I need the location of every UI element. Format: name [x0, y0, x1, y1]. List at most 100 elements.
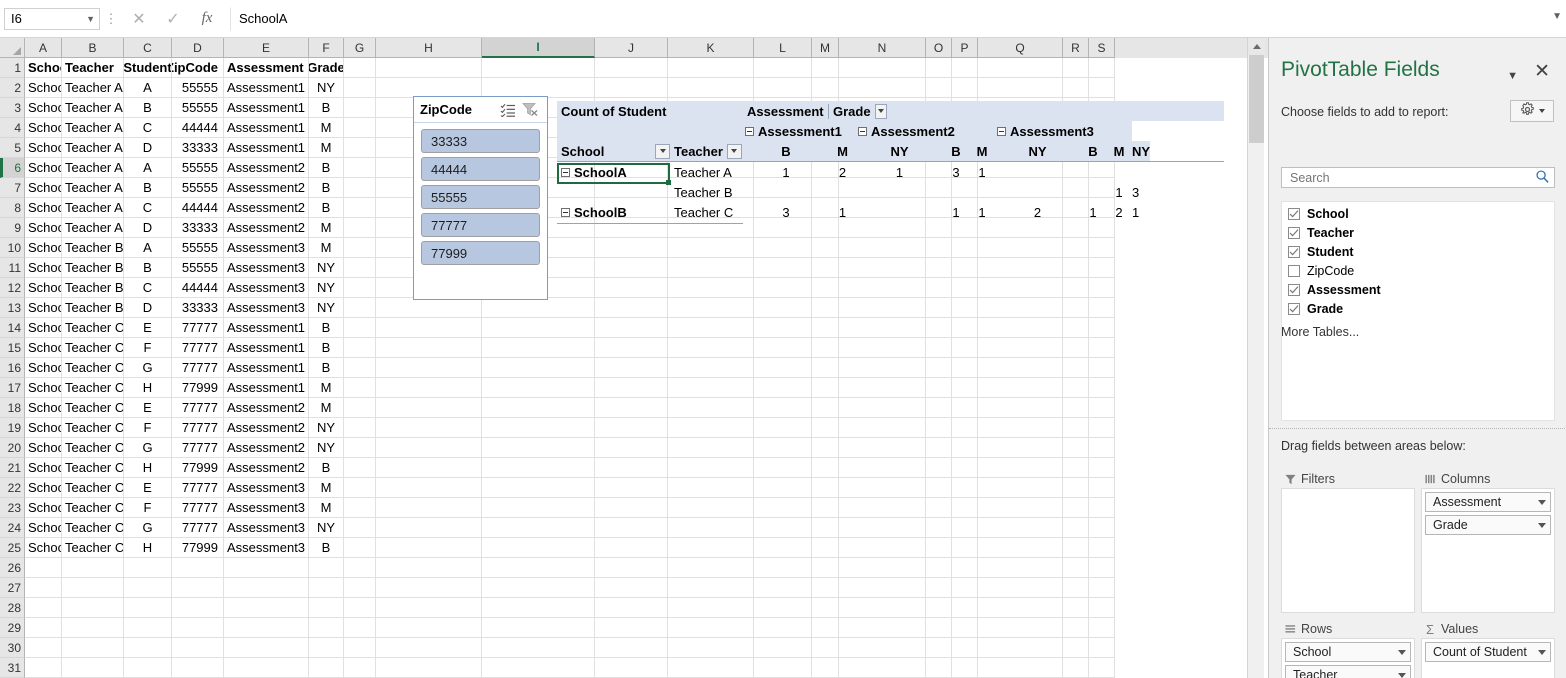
column-header-q[interactable]: Q: [978, 38, 1063, 58]
grid-cell-L20[interactable]: [754, 438, 812, 458]
grid-cell-M26[interactable]: [812, 558, 839, 578]
grid-cell-S10[interactable]: [1089, 238, 1115, 258]
pivot-row-field-school[interactable]: School: [557, 141, 670, 161]
grid-cell-S16[interactable]: [1089, 358, 1115, 378]
grid-cell-M25[interactable]: [812, 538, 839, 558]
grid-cell-B25[interactable]: Teacher C: [62, 538, 124, 558]
grid-cell-D28[interactable]: [172, 598, 224, 618]
checkbox-checked-icon[interactable]: [1288, 207, 1300, 220]
grid-cell-F9[interactable]: M: [309, 218, 344, 238]
pivot-value-cell[interactable]: [856, 182, 943, 202]
grid-cell-I30[interactable]: [482, 638, 595, 658]
grid-cell-H14[interactable]: [376, 318, 482, 338]
grid-cell-S18[interactable]: [1089, 398, 1115, 418]
grid-cell-M12[interactable]: [812, 278, 839, 298]
grid-cell-C22[interactable]: E: [124, 478, 172, 498]
grid-cell-F3[interactable]: B: [309, 98, 344, 118]
grid-cell-S11[interactable]: [1089, 258, 1115, 278]
more-tables-link[interactable]: More Tables...: [1281, 325, 1359, 339]
grid-cell-R28[interactable]: [1063, 598, 1089, 618]
grid-cell-K16[interactable]: [668, 358, 754, 378]
pivot-value-cell[interactable]: [1080, 182, 1106, 202]
grid-cell-S31[interactable]: [1089, 658, 1115, 678]
grid-cell-I25[interactable]: [482, 538, 595, 558]
grid-cell-A2[interactable]: SchoolA: [25, 78, 62, 98]
grid-cell-E5[interactable]: Assessment1: [224, 138, 309, 158]
grid-cell-J1[interactable]: [595, 58, 668, 78]
grid-cell-J21[interactable]: [595, 458, 668, 478]
grid-cell-O10[interactable]: [926, 238, 952, 258]
grid-cell-G6[interactable]: [344, 158, 376, 178]
grid-cell-G7[interactable]: [344, 178, 376, 198]
grid-cell-C29[interactable]: [124, 618, 172, 638]
grid-cell-J30[interactable]: [595, 638, 668, 658]
grid-cell-I29[interactable]: [482, 618, 595, 638]
grid-cell-O25[interactable]: [926, 538, 952, 558]
row-header-4[interactable]: 4: [0, 118, 25, 138]
area-rows-box[interactable]: School Teacher: [1281, 638, 1415, 678]
pivot-grade-header[interactable]: NY: [995, 141, 1080, 161]
grid-cell-M10[interactable]: [812, 238, 839, 258]
grid-cell-O31[interactable]: [926, 658, 952, 678]
grid-cell-E10[interactable]: Assessment3: [224, 238, 309, 258]
pivot-value-cell[interactable]: 1: [829, 202, 856, 222]
chevron-down-icon[interactable]: ▼: [86, 14, 95, 24]
row-header-5[interactable]: 5: [0, 138, 25, 158]
grid-cell-A22[interactable]: SchoolB: [25, 478, 62, 498]
grid-cell-P2[interactable]: [952, 78, 978, 98]
grid-cell-P1[interactable]: [952, 58, 978, 78]
grid-cell-N13[interactable]: [839, 298, 926, 318]
grid-cell-L15[interactable]: [754, 338, 812, 358]
grid-cell-K26[interactable]: [668, 558, 754, 578]
pivot-value-cell[interactable]: [1106, 162, 1132, 182]
grid-cell-B2[interactable]: Teacher A: [62, 78, 124, 98]
grid-cell-B1[interactable]: Teacher: [62, 58, 124, 78]
grid-cell-P19[interactable]: [952, 418, 978, 438]
pivot-grade-header[interactable]: B: [943, 141, 969, 161]
column-header-f[interactable]: F: [309, 38, 344, 58]
grid-cell-O23[interactable]: [926, 498, 952, 518]
pivot-value-cell[interactable]: 2: [1106, 202, 1132, 222]
grid-cell-B12[interactable]: Teacher B: [62, 278, 124, 298]
zipcode-slicer[interactable]: ZipCode 33333 44444 55555 77777 77999: [413, 96, 548, 300]
grid-cell-L28[interactable]: [754, 598, 812, 618]
grid-cell-A18[interactable]: SchoolB: [25, 398, 62, 418]
grid-cell-M19[interactable]: [812, 418, 839, 438]
grid-cell-O18[interactable]: [926, 398, 952, 418]
grid-cell-D15[interactable]: 77777: [172, 338, 224, 358]
grid-cell-I26[interactable]: [482, 558, 595, 578]
grid-cell-A21[interactable]: SchoolB: [25, 458, 62, 478]
area-chip[interactable]: Count of Student: [1425, 642, 1551, 662]
search-input[interactable]: [1288, 169, 1535, 186]
grid-cell-K15[interactable]: [668, 338, 754, 358]
grid-cell-E13[interactable]: Assessment3: [224, 298, 309, 318]
grid-cell-J20[interactable]: [595, 438, 668, 458]
checkbox-checked-icon[interactable]: [1288, 283, 1300, 296]
grid-cell-Q18[interactable]: [978, 398, 1063, 418]
grid-cell-D10[interactable]: 55555: [172, 238, 224, 258]
grid-cell-D31[interactable]: [172, 658, 224, 678]
pivot-value-cell[interactable]: 1: [943, 202, 969, 222]
area-values-box[interactable]: Count of Student: [1421, 638, 1555, 678]
grid-cell-D22[interactable]: 77777: [172, 478, 224, 498]
grid-cell-O16[interactable]: [926, 358, 952, 378]
grid-cell-S22[interactable]: [1089, 478, 1115, 498]
grid-cell-H1[interactable]: [376, 58, 482, 78]
grid-cell-B6[interactable]: Teacher A: [62, 158, 124, 178]
grid-cell-G25[interactable]: [344, 538, 376, 558]
grid-cell-L22[interactable]: [754, 478, 812, 498]
grid-cell-L18[interactable]: [754, 398, 812, 418]
grid-cell-O13[interactable]: [926, 298, 952, 318]
grid-cell-S26[interactable]: [1089, 558, 1115, 578]
grid-cell-I15[interactable]: [482, 338, 595, 358]
chevron-down-icon[interactable]: [1538, 109, 1545, 113]
grid-cell-R26[interactable]: [1063, 558, 1089, 578]
grid-cell-L29[interactable]: [754, 618, 812, 638]
pivot-value-cell[interactable]: 1: [743, 162, 829, 182]
grid-cell-R12[interactable]: [1063, 278, 1089, 298]
pivot-group-header[interactable]: Assessment3: [995, 121, 1132, 141]
grid-cell-O14[interactable]: [926, 318, 952, 338]
grid-cell-I19[interactable]: [482, 418, 595, 438]
pivot-grade-header[interactable]: NY: [856, 141, 943, 161]
row-header-28[interactable]: 28: [0, 598, 25, 618]
